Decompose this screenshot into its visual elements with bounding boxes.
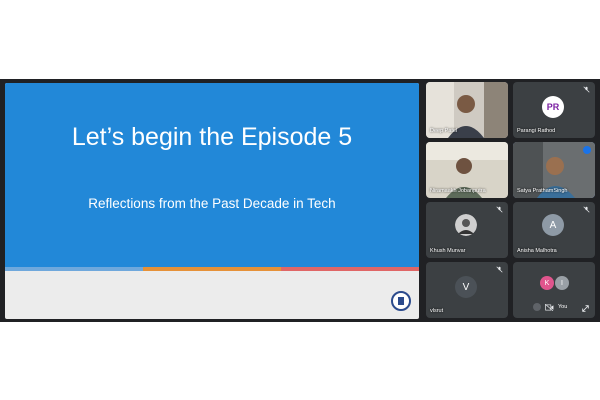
avatar: V [455,276,477,298]
mic-off-icon [583,206,590,213]
participant-name: vlsrut [430,308,444,314]
participant-name: Parangi Rathod [517,128,556,134]
slide-stripe-orange [143,267,281,271]
participant-tile[interactable]: Khush Munvar [426,202,508,258]
self-tile[interactable]: K I You [513,262,595,318]
avatar: A [542,214,564,236]
participant-name: Niramaakh Jobanputra [430,188,486,194]
participant-tile[interactable]: PR Parangi Rathod [513,82,595,138]
avatar: I [555,276,569,290]
meeting-stage: Let’s begin the Episode 5 Reflections fr… [0,79,600,322]
presentation-slide[interactable]: Let’s begin the Episode 5 Reflections fr… [5,83,419,319]
participant-tile[interactable]: A Anisha Malhotra [513,202,595,258]
more-options-icon[interactable] [583,146,591,154]
participant-name: Anisha Malhotra [517,248,557,254]
slide-title-panel [5,83,419,267]
mic-off-icon [583,86,590,93]
slide-title: Let’s begin the Episode 5 [71,123,353,151]
mic-off-icon [496,266,503,273]
avatar: K [540,276,554,290]
logo-icon [391,291,411,311]
participant-name: Deep Patel [430,128,458,134]
participant-name: Satya PrathamSingh [517,188,568,194]
expand-icon[interactable] [582,305,589,312]
camera-off-icon[interactable] [545,303,554,311]
participant-tile[interactable]: Niramaakh Jobanputra [426,142,508,198]
you-label: You [558,304,568,310]
avatar: PR [542,96,564,118]
mic-off-icon[interactable] [533,303,541,311]
participant-tile[interactable]: Deep Patel [426,82,508,138]
participant-name: Khush Munvar [430,248,466,254]
slide-stripe-blue [5,267,143,271]
participant-tile-active[interactable]: Satya PrathamSingh [513,142,595,198]
avatar [455,214,477,236]
self-controls: You [533,303,567,311]
mic-off-icon [496,206,503,213]
slide-subtitle: Reflections from the Past Decade in Tech [88,196,336,211]
participant-tile[interactable]: V vlsrut [426,262,508,318]
slide-stripe-red [281,267,419,271]
